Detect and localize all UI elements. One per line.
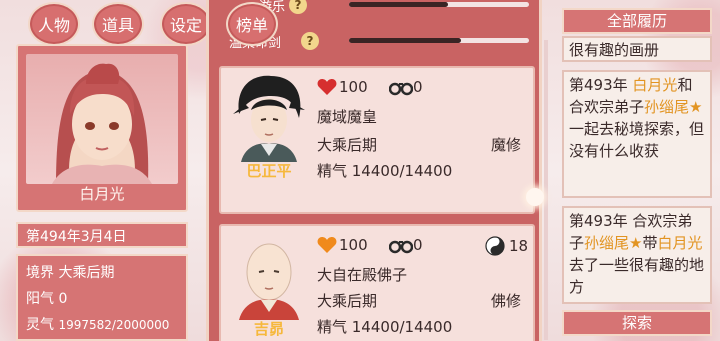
stat-value: 1997582/2000000: [58, 318, 170, 332]
character-card[interactable]: 吉昴 100 0 18 大自在殿佛子 大乘后期 佛修 精气 14400/1440…: [219, 224, 535, 341]
slider-fill: [349, 38, 461, 43]
nav-ranking-button[interactable]: 榜单: [226, 2, 278, 46]
explore-button[interactable]: 探索: [562, 310, 712, 336]
character-realm: 大乘后期: [317, 292, 378, 310]
affection-stat: 100: [317, 78, 368, 96]
character-essence: 精气 14400/14400: [317, 162, 453, 180]
stat-label: 灵气: [26, 317, 54, 333]
history-year: 第493年: [569, 212, 628, 230]
character-title: 大自在殿佛子: [317, 266, 408, 284]
character-portrait: [231, 232, 307, 320]
stat-realm: 境界 大乘后期: [26, 260, 178, 286]
nav-items-button[interactable]: 道具: [92, 2, 144, 46]
character-path: 魔修: [490, 136, 521, 154]
scroll-thumb[interactable]: [526, 188, 544, 206]
heart-icon: [317, 237, 337, 253]
yinyang-value: 18: [509, 237, 529, 255]
yinyang-icon: [485, 236, 505, 256]
slider-track[interactable]: [349, 38, 529, 43]
history-entry: 第493年 白月光和合欢宗弟子孙缁尾★一起去秘境探索，但没有什么收获: [562, 70, 712, 198]
slider-fill: [349, 2, 448, 7]
character-portrait: [231, 74, 307, 162]
history-entry: 第493年 合欢宗弟子孙缁尾★带白月光去了一些很有趣的地方: [562, 206, 712, 304]
affection-stat: 100: [317, 236, 368, 254]
player-stats: 境界 大乘后期 阳气 0 灵气 1997582/2000000: [16, 254, 188, 341]
player-portrait: [26, 54, 178, 184]
bond-value: 0: [413, 78, 423, 96]
stat-value: 大乘后期: [58, 265, 115, 281]
history-text: 带: [642, 234, 658, 252]
character-title: 魔域魔皇: [317, 108, 378, 126]
player-portrait-frame[interactable]: 白月光: [16, 44, 188, 212]
history-highlight: 孙缁尾★: [584, 234, 643, 252]
bond-stat: 0: [389, 78, 423, 96]
history-highlight: 孙缁尾★: [644, 98, 703, 116]
history-highlight: 白月光: [657, 234, 703, 252]
history-year: 第493年: [569, 76, 628, 94]
history-all-tab[interactable]: 全部履历: [562, 8, 712, 34]
heart-icon: [317, 79, 337, 95]
history-text: 很有趣的画册: [569, 41, 660, 59]
scrollbar-track[interactable]: [544, 40, 548, 340]
nav-characters-button[interactable]: 人物: [28, 2, 80, 46]
character-essence: 精气 14400/14400: [317, 318, 453, 336]
slider-track[interactable]: [349, 2, 529, 7]
character-list-panel[interactable]: 游乐 ? 温柔命剑 ? 巴正平 100: [206, 0, 542, 341]
current-date: 第494年3月4日: [16, 222, 188, 248]
character-card[interactable]: 巴正平 100 0 魔域魔皇 大乘后期 魔修 精气 14400/14400: [219, 66, 535, 214]
player-name: 白月光: [79, 185, 125, 203]
stat-label: 阳气: [26, 291, 54, 307]
handcuff-icon: [389, 240, 413, 254]
character-path: 佛修: [490, 292, 521, 310]
stat-spirit: 灵气 1997582/2000000: [26, 312, 178, 338]
nav-settings-button[interactable]: 设定: [160, 2, 212, 46]
handcuff-icon: [389, 82, 413, 96]
stat-label: 境界: [26, 265, 54, 281]
affection-value: 100: [339, 236, 368, 254]
character-realm: 大乘后期: [317, 136, 378, 154]
help-icon[interactable]: ?: [289, 0, 308, 14]
history-text: 去了一些很有趣的地方: [569, 256, 705, 296]
history-entry: 很有趣的画册: [562, 36, 712, 62]
stat-value: 0: [58, 291, 68, 307]
character-name: 吉昴: [253, 320, 284, 338]
history-highlight: 白月光: [632, 76, 678, 94]
stat-yang: 阳气 0: [26, 286, 178, 312]
yinyang-stat: 18: [485, 236, 528, 256]
bond-stat: 0: [389, 236, 423, 254]
character-name: 巴正平: [246, 162, 292, 180]
bond-value: 0: [413, 236, 423, 254]
history-text: 一起去秘境探索，但没有什么收获: [569, 120, 705, 160]
help-icon[interactable]: ?: [301, 32, 320, 50]
affection-value: 100: [339, 78, 368, 96]
